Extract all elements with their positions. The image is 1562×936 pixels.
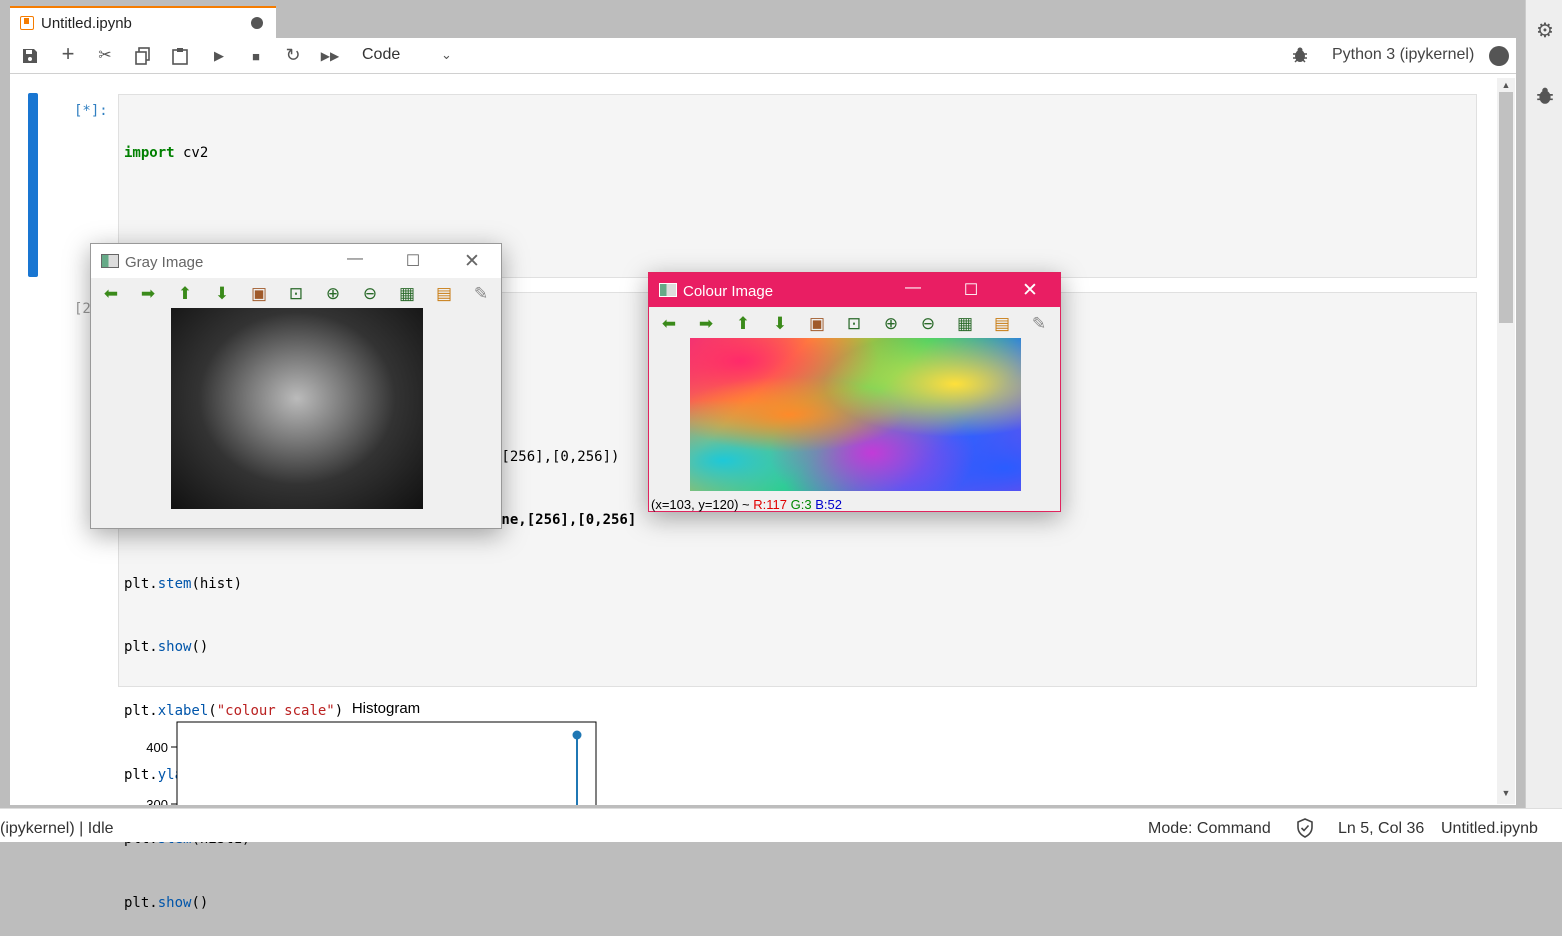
pan-left-icon[interactable]: ⬅ xyxy=(657,313,681,335)
kernel-status-text[interactable]: (ipykernel) | Idle xyxy=(0,820,114,838)
chevron-down-icon[interactable]: ⌄ xyxy=(441,47,459,63)
ytick-label-300: 300 xyxy=(146,797,168,805)
code-function: show xyxy=(157,895,192,912)
kernel-name[interactable]: Python 3 (ipykernel) xyxy=(1332,46,1474,64)
code-line: plt.show() xyxy=(124,639,209,656)
active-cell-indicator xyxy=(28,93,38,277)
run-icon[interactable]: ▶ xyxy=(208,46,230,66)
copy-icon[interactable] xyxy=(132,46,154,66)
colour-image-display[interactable] xyxy=(690,338,1021,491)
notebook-toolbar xyxy=(10,38,1516,74)
tab-title: Untitled.ipynb xyxy=(41,15,132,32)
code-function: show xyxy=(157,639,192,656)
window-toolbar: ⬅ ➡ ⬆ ⬇ ▣ ⊡ ⊕ ⊖ ▦ ▤ ✎ xyxy=(657,313,1057,337)
maximize-icon[interactable]: ☐ xyxy=(961,280,981,300)
save-image-icon[interactable]: ▦ xyxy=(395,283,419,305)
scroll-down-icon[interactable]: ▼ xyxy=(1497,788,1515,802)
debugger-sidebar-icon[interactable] xyxy=(1533,86,1557,110)
cursor-position[interactable]: Ln 5, Col 36 xyxy=(1338,820,1424,838)
window-titlebar[interactable]: Gray Image — ☐ ✕ xyxy=(91,244,501,278)
zoom-in-icon[interactable]: ⊕ xyxy=(321,283,345,305)
window-title: Gray Image xyxy=(125,254,204,271)
save-icon[interactable] xyxy=(19,46,41,66)
zoom-in-icon[interactable]: ⊕ xyxy=(879,313,903,335)
trusted-shield-icon[interactable] xyxy=(1296,818,1314,843)
scrollbar-thumb[interactable] xyxy=(1499,92,1513,323)
window-titlebar[interactable]: Colour Image — ☐ ✕ xyxy=(649,273,1060,307)
code-function: stem xyxy=(157,575,192,592)
minimize-icon[interactable]: — xyxy=(903,279,923,297)
window-app-icon xyxy=(659,283,677,297)
code-line: plt.show() xyxy=(124,895,209,912)
stem-marker xyxy=(572,730,582,740)
stop-icon[interactable]: ■ xyxy=(245,46,267,66)
pan-right-icon[interactable]: ➡ xyxy=(136,283,160,305)
cut-icon[interactable]: ✂ xyxy=(94,45,116,65)
pan-right-icon[interactable]: ➡ xyxy=(694,313,718,335)
debugger-bug-icon[interactable] xyxy=(1292,46,1312,66)
mode-indicator[interactable]: Mode: Command xyxy=(1148,820,1271,838)
run-all-icon[interactable]: ▶▶ xyxy=(319,46,341,66)
code-keyword: import xyxy=(124,144,175,161)
right-sidebar xyxy=(1525,0,1562,808)
status-bar xyxy=(0,808,1562,842)
pixel-blue-value: B:52 xyxy=(815,497,842,512)
ytick-label-400: 400 xyxy=(146,740,168,755)
copy-clipboard-icon[interactable]: ▤ xyxy=(432,283,456,305)
pixel-red-value: R:117 xyxy=(753,497,787,512)
tab-untitled[interactable]: Untitled.ipynb xyxy=(10,6,276,38)
zoom-original-icon[interactable]: ▣ xyxy=(805,313,829,335)
save-image-icon[interactable]: ▦ xyxy=(953,313,977,335)
close-icon[interactable]: ✕ xyxy=(462,250,482,273)
paste-icon[interactable] xyxy=(169,46,191,66)
zoom-fit-icon[interactable]: ⊡ xyxy=(284,283,308,305)
maximize-icon[interactable]: ☐ xyxy=(403,251,423,271)
plot-axes xyxy=(176,721,597,805)
window-app-icon xyxy=(101,254,119,268)
zoom-fit-icon[interactable]: ⊡ xyxy=(842,313,866,335)
gray-image-window[interactable]: Gray Image — ☐ ✕ ⬅ ➡ ⬆ ⬇ ▣ ⊡ ⊕ ⊖ ▦ ▤ ✎ xyxy=(90,243,502,529)
restart-icon[interactable]: ↻ xyxy=(282,45,304,65)
code-line: import cv2 xyxy=(124,144,209,161)
gray-image-display[interactable] xyxy=(171,308,423,509)
add-cell-icon[interactable]: + xyxy=(57,41,79,66)
pan-up-icon[interactable]: ⬆ xyxy=(173,283,197,305)
scroll-up-icon[interactable]: ▲ xyxy=(1497,80,1515,94)
properties-brush-icon[interactable]: ✎ xyxy=(1027,313,1051,335)
pan-left-icon[interactable]: ⬅ xyxy=(99,283,123,305)
pixel-green-value: G:3 xyxy=(790,497,812,512)
zoom-original-icon[interactable]: ▣ xyxy=(247,283,271,305)
pixel-coords: (x=103, y=120) ~ xyxy=(651,497,754,512)
status-filename: Untitled.ipynb xyxy=(1441,820,1538,837)
kernel-status-icon xyxy=(1489,46,1509,66)
code-line: one,[256],[0,256] xyxy=(493,512,637,529)
close-icon[interactable]: ✕ xyxy=(1020,279,1040,302)
code-line: plt.stem(hist) xyxy=(124,575,243,592)
pan-down-icon[interactable]: ⬇ xyxy=(768,313,792,335)
pan-up-icon[interactable]: ⬆ xyxy=(731,313,755,335)
property-inspector-gear-icon[interactable]: ⚙ xyxy=(1533,18,1557,42)
cell1-prompt: [*]: xyxy=(74,103,108,119)
properties-brush-icon[interactable]: ✎ xyxy=(469,283,493,305)
zoom-out-icon[interactable]: ⊖ xyxy=(916,313,940,335)
minimize-icon[interactable]: — xyxy=(345,250,365,268)
cell2-partial-code: ,[256],[0,256]) one,[256],[0,256] xyxy=(493,404,636,553)
window-toolbar: ⬅ ➡ ⬆ ⬇ ▣ ⊡ ⊕ ⊖ ▦ ▤ ✎ xyxy=(99,283,499,307)
cell2-prompt: [2 xyxy=(74,301,91,317)
code-line: ,[256],[0,256]) xyxy=(493,448,620,465)
notebook-icon xyxy=(20,16,34,30)
copy-clipboard-icon[interactable]: ▤ xyxy=(990,313,1014,335)
histogram-chart: 400 300 xyxy=(146,721,597,805)
window-title: Colour Image xyxy=(683,283,774,300)
zoom-out-icon[interactable]: ⊖ xyxy=(358,283,382,305)
unsaved-indicator-icon[interactable] xyxy=(251,17,263,29)
pixel-status-line: (x=103, y=120) ~ R:117 G:3 B:52 xyxy=(651,497,842,512)
pan-down-icon[interactable]: ⬇ xyxy=(210,283,234,305)
colour-image-window[interactable]: Colour Image — ☐ ✕ ⬅ ➡ ⬆ ⬇ ▣ ⊡ ⊕ ⊖ ▦ ▤ ✎… xyxy=(648,272,1061,512)
